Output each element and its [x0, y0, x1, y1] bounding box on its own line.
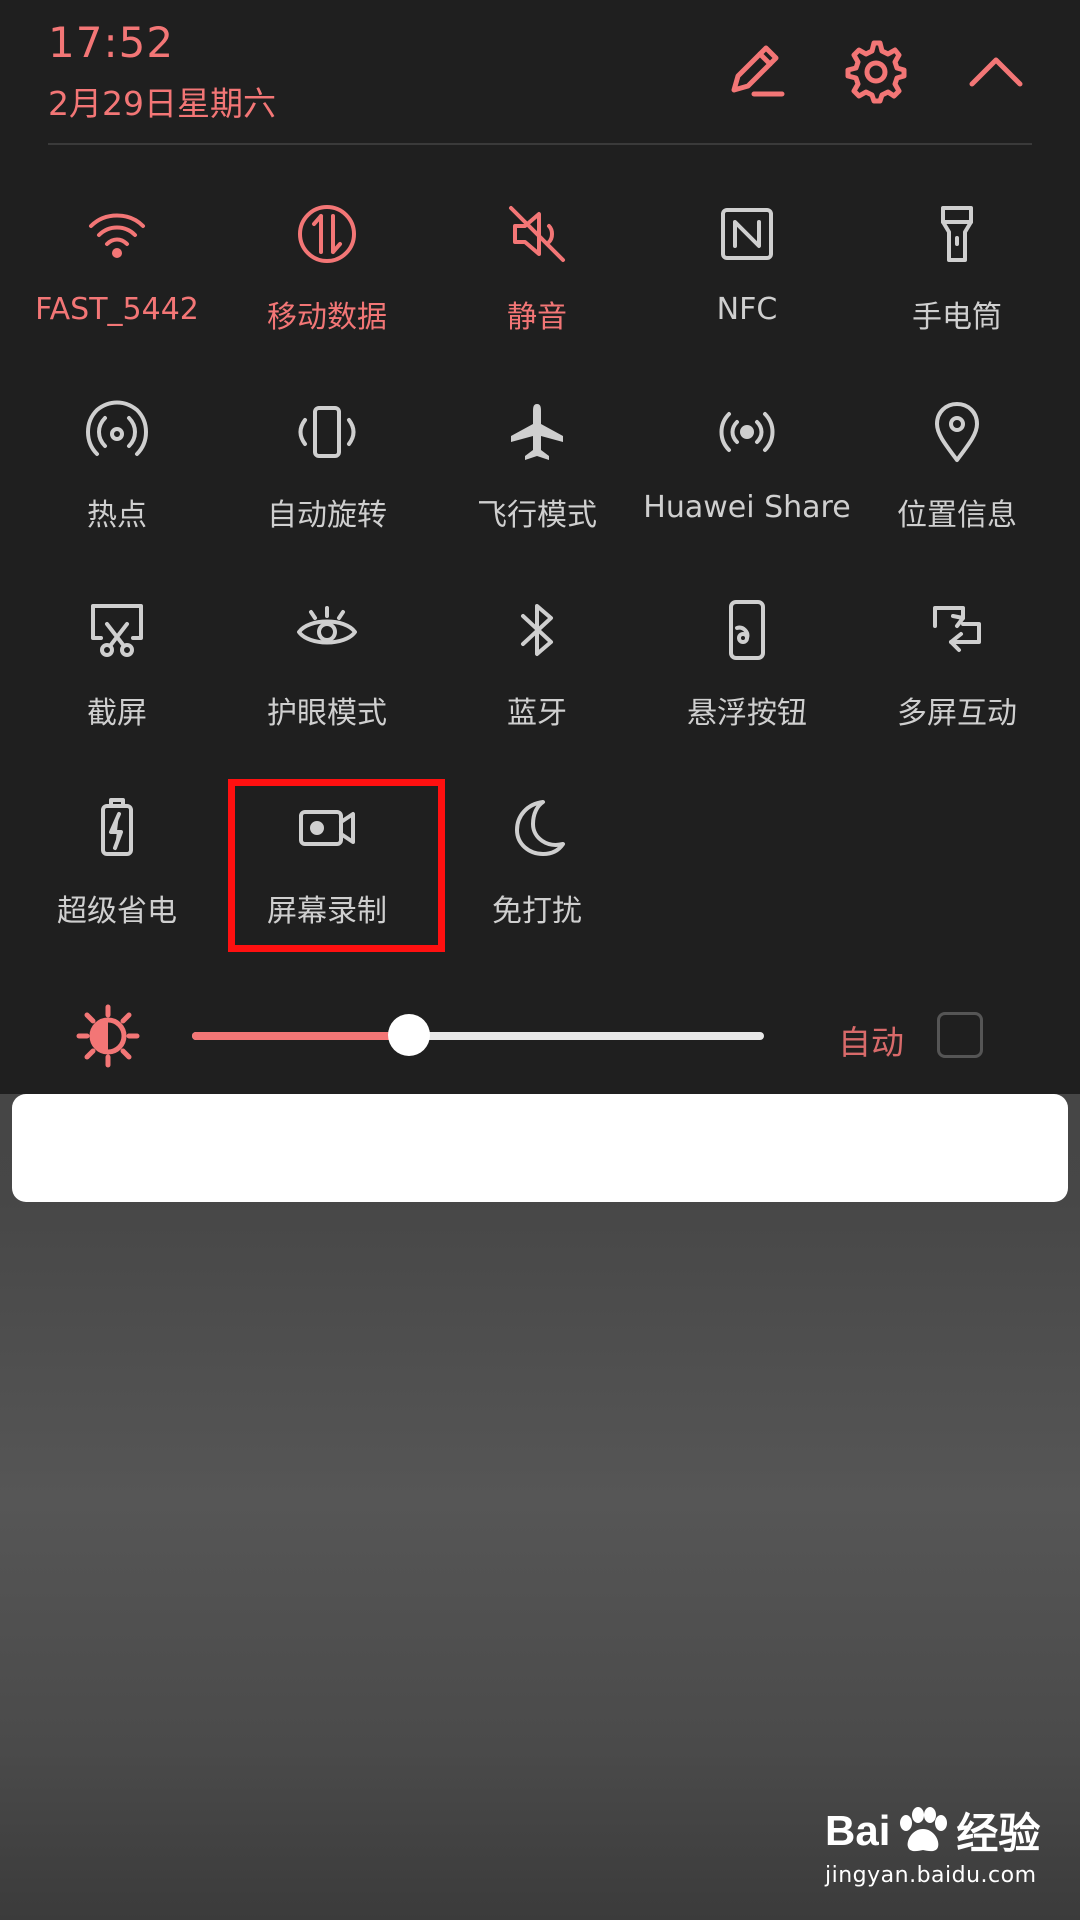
- mobile-data-icon: [291, 198, 363, 270]
- brightness-icon: [76, 1004, 140, 1068]
- edit-icon[interactable]: [720, 36, 792, 108]
- header-divider: [48, 143, 1032, 145]
- tile-label: 免打扰: [492, 894, 582, 929]
- airplane-icon: [501, 396, 573, 468]
- watermark: Bai 经验 jingyan.baidu.com: [825, 1800, 1065, 1910]
- tile-flashlight[interactable]: 手电筒: [852, 190, 1062, 360]
- tile-label: 护眼模式: [267, 696, 387, 731]
- paw-icon: [894, 1806, 952, 1855]
- tile-screenshot[interactable]: 截屏: [12, 586, 222, 756]
- auto-brightness-checkbox[interactable]: [937, 1012, 983, 1058]
- tile-label: 静音: [507, 300, 567, 335]
- tile-floating-button[interactable]: 悬浮按钮: [642, 586, 852, 756]
- tile-label: NFC: [716, 292, 778, 327]
- tile-bluetooth[interactable]: 蓝牙: [432, 586, 642, 756]
- tile-label: 热点: [87, 498, 147, 533]
- moon-icon: [501, 792, 573, 864]
- tile-mute[interactable]: 静音: [432, 190, 642, 360]
- tile-battery-saver[interactable]: 超级省电: [12, 784, 222, 954]
- flashlight-icon: [921, 198, 993, 270]
- tile-nfc[interactable]: NFC: [642, 190, 852, 360]
- chevron-up-icon[interactable]: [960, 36, 1032, 108]
- tile-moon[interactable]: 免打扰: [432, 784, 642, 954]
- brightness-fill: [192, 1032, 410, 1040]
- notification-card[interactable]: [12, 1094, 1068, 1202]
- notification-shade: 17:52 2月29日星期六 FAST_5442 移动数据 静音 NFC 手电筒 热点 自动…: [0, 0, 1080, 1094]
- screenshot-icon: [81, 594, 153, 666]
- tile-label: 截屏: [87, 696, 147, 731]
- floating-button-icon: [711, 594, 783, 666]
- tile-label: 自动旋转: [267, 498, 387, 533]
- tile-airplane[interactable]: 飞行模式: [432, 388, 642, 558]
- tile-location[interactable]: 位置信息: [852, 388, 1062, 558]
- tile-wifi[interactable]: FAST_5442: [12, 190, 222, 360]
- tile-label: 蓝牙: [507, 696, 567, 731]
- nfc-icon: [711, 198, 783, 270]
- brightness-thumb[interactable]: [388, 1014, 431, 1056]
- tile-auto-rotate[interactable]: 自动旋转: [222, 388, 432, 558]
- location-icon: [921, 396, 993, 468]
- tile-label: 移动数据: [267, 300, 387, 335]
- tile-mobile-data[interactable]: 移动数据: [222, 190, 432, 360]
- tile-label: 手电筒: [912, 300, 1002, 335]
- tile-hotspot[interactable]: 热点: [12, 388, 222, 558]
- bluetooth-icon: [501, 594, 573, 666]
- battery-saver-icon: [81, 792, 153, 864]
- tile-multi-screen[interactable]: 多屏互动: [852, 586, 1062, 756]
- clock: 17:52: [48, 18, 175, 67]
- mute-icon: [501, 198, 573, 270]
- tile-label: 位置信息: [897, 498, 1017, 533]
- highlight-box: [228, 779, 445, 952]
- hotspot-icon: [81, 396, 153, 468]
- tile-label: Huawei Share: [643, 490, 851, 525]
- tile-huawei-share[interactable]: Huawei Share: [642, 388, 852, 558]
- tile-label: 超级省电: [57, 894, 177, 929]
- multi-screen-icon: [921, 594, 993, 666]
- status-header: 17:52 2月29日星期六: [48, 18, 276, 125]
- brightness-row: 自动: [0, 990, 1080, 1080]
- watermark-url: jingyan.baidu.com: [825, 1863, 1037, 1888]
- watermark-logo: Bai 经验: [825, 1806, 1041, 1857]
- auto-brightness-label: 自动: [838, 1023, 904, 1062]
- settings-icon[interactable]: [840, 36, 912, 108]
- eye-icon: [291, 594, 363, 666]
- tile-label: 多屏互动: [897, 696, 1017, 731]
- wifi-icon: [81, 198, 153, 270]
- huawei-share-icon: [711, 396, 783, 468]
- tile-label: 飞行模式: [477, 498, 597, 533]
- auto-rotate-icon: [291, 396, 363, 468]
- tile-label: 悬浮按钮: [687, 696, 807, 731]
- date: 2月29日星期六: [48, 84, 276, 123]
- tile-label: FAST_5442: [35, 292, 199, 327]
- tile-eye[interactable]: 护眼模式: [222, 586, 432, 756]
